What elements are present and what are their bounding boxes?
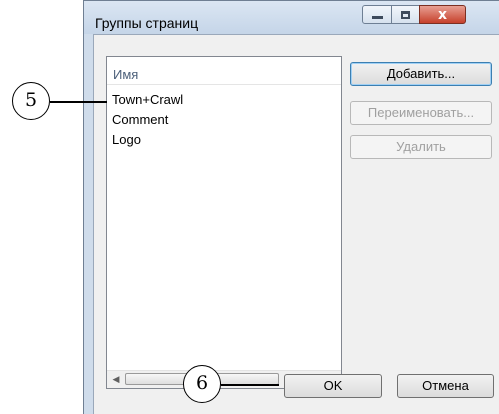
dialog-client-area: Имя Town+Crawl Comment Logo ◀ III ▶ Доба… <box>93 34 499 414</box>
dialog-window: Группы страниц x Имя Town+Crawl Comment … <box>83 0 499 414</box>
close-icon: x <box>437 6 448 23</box>
page-groups-list[interactable]: Имя Town+Crawl Comment Logo ◀ III ▶ <box>106 56 342 389</box>
callout-marker-5: 5 <box>12 82 50 120</box>
minimize-button[interactable] <box>362 5 392 24</box>
cancel-button[interactable]: Отмена <box>397 374 494 398</box>
list-item[interactable]: Logo <box>112 132 141 147</box>
callout-leader-line <box>221 384 279 386</box>
maximize-button[interactable] <box>391 5 420 24</box>
scroll-left-icon[interactable]: ◀ <box>109 373 123 386</box>
add-button[interactable]: Добавить... <box>350 62 492 86</box>
list-item[interactable]: Comment <box>112 112 168 127</box>
column-header-name[interactable]: Имя <box>107 57 341 85</box>
column-header-label: Имя <box>113 67 139 82</box>
delete-button[interactable]: Удалить <box>350 135 492 159</box>
ok-button[interactable]: OK <box>284 374 382 398</box>
callout-leader-line <box>50 101 107 103</box>
maximize-icon <box>401 10 410 19</box>
minimize-icon <box>371 16 383 19</box>
rename-button[interactable]: Переименовать... <box>350 101 492 125</box>
close-button[interactable]: x <box>419 5 466 24</box>
window-title: Группы страниц <box>95 15 199 31</box>
callout-marker-6: 6 <box>183 365 221 403</box>
title-bar[interactable]: Группы страниц x <box>84 1 499 34</box>
list-item[interactable]: Town+Crawl <box>112 92 183 107</box>
